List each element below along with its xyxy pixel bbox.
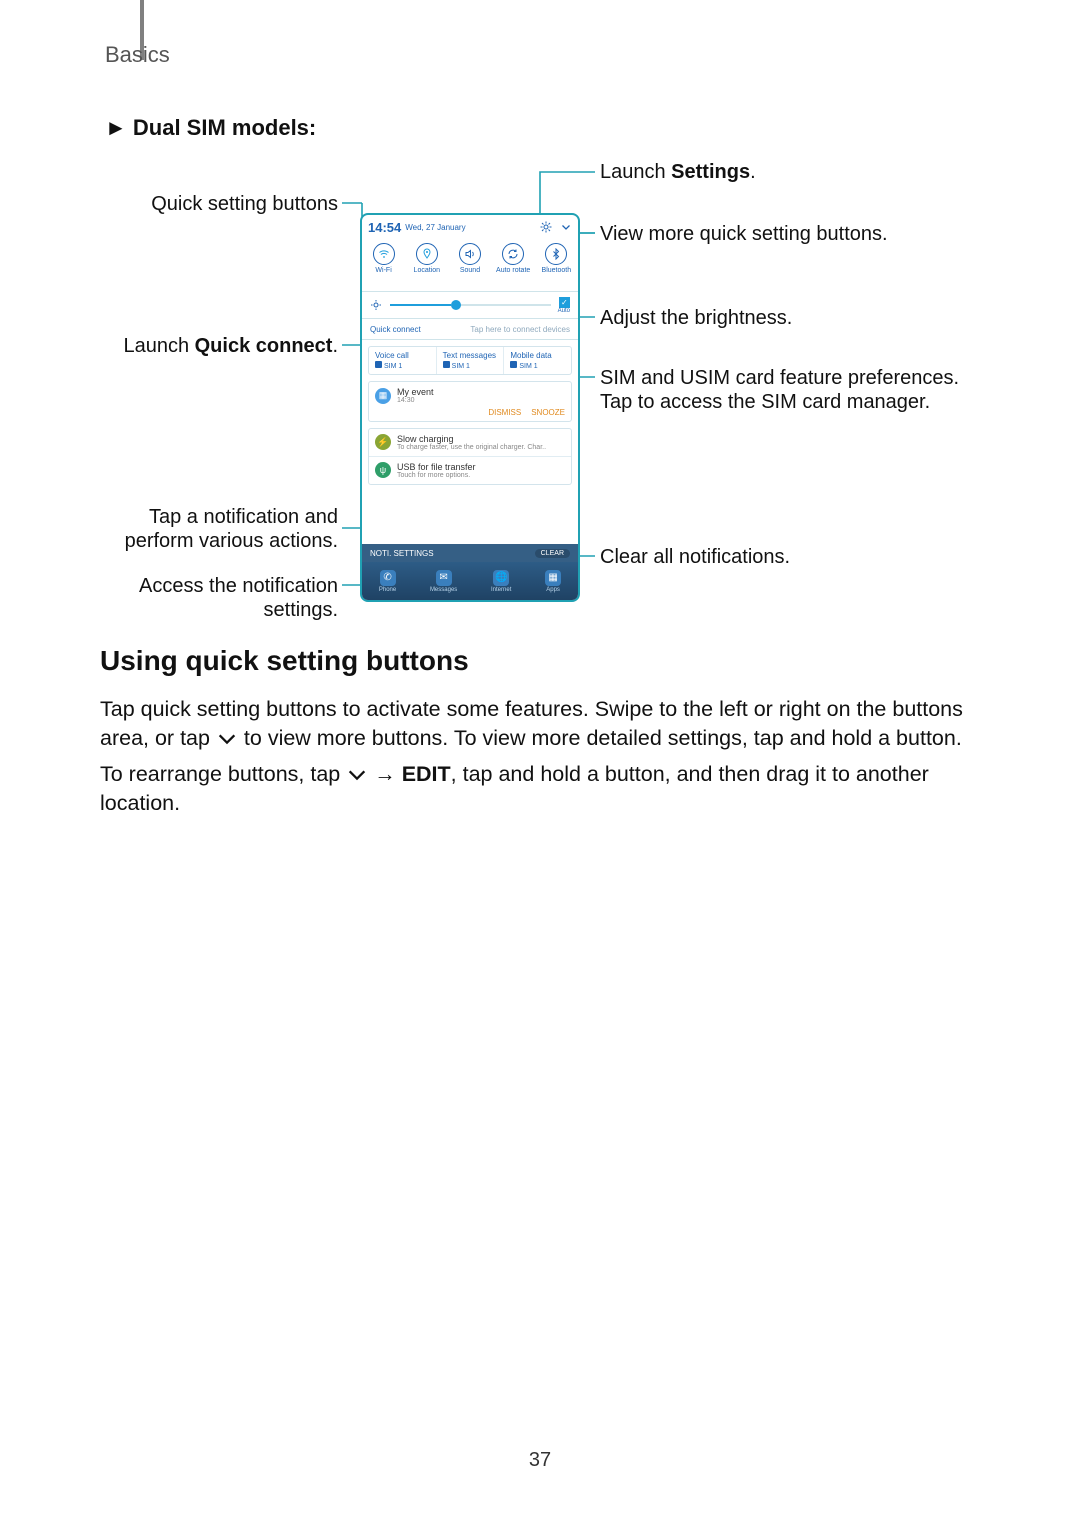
quick-settings-row: Wi-Fi Location Sound Auto rotate Bluetoo… (362, 239, 578, 292)
subsection-title: ► Dual SIM models: (105, 115, 316, 141)
qs-location[interactable]: Location (408, 243, 446, 274)
settings-icon[interactable] (540, 221, 552, 233)
clear-button[interactable]: CLEAR (535, 549, 570, 558)
notification-item[interactable]: ψ USB for file transfer Touch for more o… (369, 457, 571, 484)
phone-icon: ✆ (380, 570, 396, 586)
pin-icon (416, 243, 438, 265)
dock-phone[interactable]: ✆Phone (379, 570, 396, 593)
brightness-slider[interactable] (390, 304, 551, 306)
status-bar: 14:54 Wed, 27 January (362, 215, 578, 239)
subsection-heading: Using quick setting buttons (100, 645, 469, 677)
section-breadcrumb: Basics (105, 42, 170, 68)
notification-item[interactable]: ⚡ Slow charging To charge faster, use th… (369, 429, 571, 457)
sim-text[interactable]: Text messages SIM 1 (437, 347, 505, 374)
dock: ✆Phone ✉Messages 🌐Internet ▦Apps (362, 562, 578, 600)
brightness-row[interactable]: ✓ Auto (362, 292, 578, 319)
body-paragraph-1: Tap quick setting buttons to activate so… (100, 695, 980, 753)
sim-data[interactable]: Mobile data SIM 1 (504, 347, 571, 374)
qs-sound[interactable]: Sound (451, 243, 489, 274)
noti-settings-button[interactable]: NOTI. SETTINGS (370, 549, 434, 558)
status-time: 14:54 (368, 220, 401, 235)
qs-bluetooth[interactable]: Bluetooth (537, 243, 575, 274)
message-icon: ✉ (436, 570, 452, 586)
wifi-icon (373, 243, 395, 265)
page-number: 37 (0, 1449, 1080, 1472)
auto-brightness-checkbox[interactable]: ✓ (559, 297, 570, 308)
usb-icon: ψ (375, 462, 391, 478)
chevron-down-icon[interactable] (560, 221, 572, 233)
snooze-button[interactable]: SNOOZE (531, 408, 565, 417)
dismiss-button[interactable]: DISMISS (488, 408, 521, 417)
dock-messages[interactable]: ✉Messages (430, 570, 457, 593)
qs-auto-rotate[interactable]: Auto rotate (494, 243, 532, 274)
calendar-icon: ▦ (375, 388, 391, 404)
dock-apps[interactable]: ▦Apps (545, 570, 561, 593)
sim-voice[interactable]: Voice call SIM 1 (369, 347, 437, 374)
sim-icon (510, 361, 517, 368)
notification-list: ⚡ Slow charging To charge faster, use th… (368, 428, 572, 485)
quick-connect-row[interactable]: Quick connect Tap here to connect device… (362, 319, 578, 340)
sim-preferences-card[interactable]: Voice call SIM 1 Text messages SIM 1 Mob… (368, 346, 572, 375)
chevron-down-icon (346, 766, 368, 784)
apps-icon: ▦ (545, 570, 561, 586)
qs-wifi[interactable]: Wi-Fi (365, 243, 403, 274)
sound-icon (459, 243, 481, 265)
notification-bottom-bar: NOTI. SETTINGS CLEAR (362, 544, 578, 562)
chevron-down-icon (216, 730, 238, 748)
sim-icon (443, 361, 450, 368)
event-card[interactable]: ▦ My event 14:30 DISMISS SNOOZE (368, 381, 572, 422)
phone-mock: 14:54 Wed, 27 January Wi-Fi Location Sou… (360, 213, 580, 602)
globe-icon: 🌐 (493, 570, 509, 586)
rotate-icon (502, 243, 524, 265)
notification-panel-diagram: Quick setting buttons Launch Quick conne… (100, 150, 980, 620)
status-date: Wed, 27 January (405, 223, 465, 232)
dock-internet[interactable]: 🌐Internet (491, 570, 511, 593)
bluetooth-icon (545, 243, 567, 265)
body-paragraph-2: To rearrange buttons, tap → EDIT, tap an… (100, 760, 980, 818)
sim-icon (375, 361, 382, 368)
brightness-icon (370, 299, 382, 311)
bolt-icon: ⚡ (375, 434, 391, 450)
